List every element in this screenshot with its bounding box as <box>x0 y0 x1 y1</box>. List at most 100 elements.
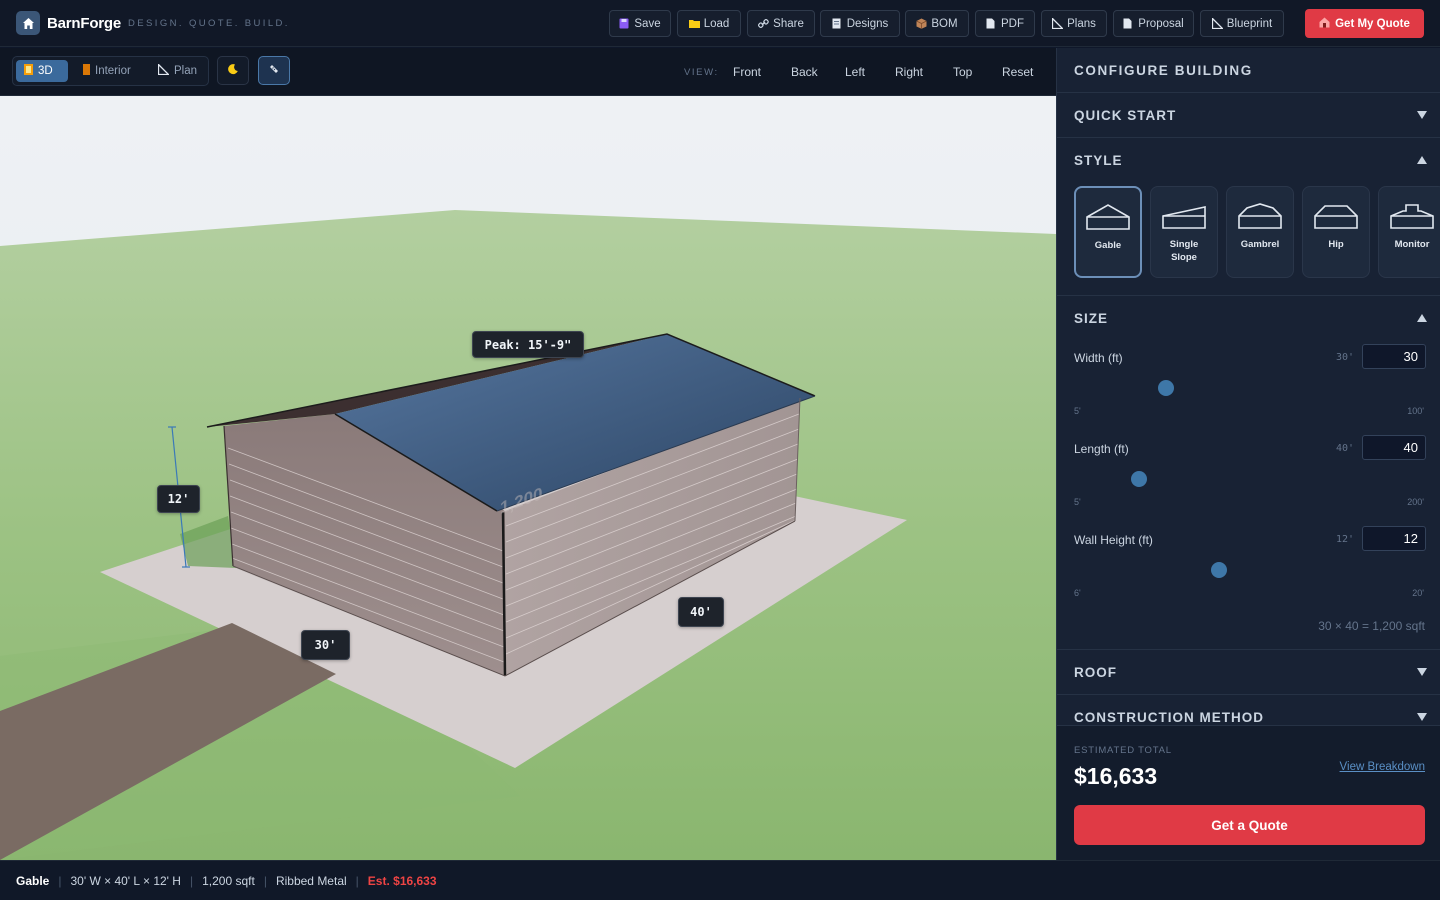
plans-button[interactable]: Plans <box>1041 10 1107 37</box>
hip-roof-icon <box>1314 205 1358 229</box>
width-current: 30' <box>1336 352 1355 363</box>
style-single-slope-label: Single Slope <box>1169 239 1199 263</box>
mode-plan-button[interactable]: Plan <box>150 60 205 82</box>
file-icon <box>986 18 996 29</box>
chevron-down-icon <box>1417 111 1427 119</box>
length-max: 200' <box>1407 497 1424 507</box>
section-quick-start[interactable]: QUICK START <box>1057 93 1440 138</box>
style-card-gambrel[interactable]: Gambrel <box>1226 186 1294 278</box>
plans-label: Plans <box>1067 17 1096 30</box>
folder-icon <box>688 18 700 29</box>
pdf-button[interactable]: PDF <box>975 10 1035 37</box>
box-icon <box>916 18 928 29</box>
blueprint-button[interactable]: Blueprint <box>1200 10 1284 37</box>
view-reset-button[interactable]: Reset <box>1002 65 1033 79</box>
mode-interior-label: Interior <box>95 65 131 77</box>
scene-canvas[interactable]: 1,200 <box>0 96 1056 860</box>
width-min: 5' <box>1074 406 1081 416</box>
style-title: STYLE <box>1074 153 1123 168</box>
view-front-button[interactable]: Front <box>733 65 761 79</box>
share-button[interactable]: Share <box>747 10 815 37</box>
length-input[interactable]: 40 <box>1362 435 1426 460</box>
width-dimension-label: 30' <box>301 630 350 660</box>
view-left-button[interactable]: Left <box>845 65 865 79</box>
ruler-icon <box>268 62 280 80</box>
proposal-button[interactable]: Proposal <box>1113 10 1194 37</box>
section-size[interactable]: SIZE <box>1057 296 1440 341</box>
3d-viewport[interactable]: 1,200 Peak: 15'-9" 12' 30' 40' <box>0 96 1056 860</box>
section-style[interactable]: STYLE <box>1057 138 1440 183</box>
pdf-label: PDF <box>1001 17 1024 30</box>
gable-roof-icon <box>1086 204 1130 230</box>
wall-height-input[interactable]: 12 <box>1362 526 1426 551</box>
panel-title: CONFIGURE BUILDING <box>1074 63 1253 78</box>
wall-height-max: 20' <box>1412 588 1424 598</box>
triangle-ruler-icon <box>1211 16 1224 30</box>
length-slider-thumb[interactable] <box>1131 471 1147 487</box>
width-label: Width (ft) <box>1074 351 1123 365</box>
view-right-button[interactable]: Right <box>895 65 923 79</box>
view-mode-group: 3D Interior Plan <box>12 56 209 86</box>
style-card-gable[interactable]: Gable <box>1074 186 1142 278</box>
roof-title: ROOF <box>1074 665 1117 680</box>
get-my-quote-button[interactable]: Get My Quote <box>1305 9 1424 38</box>
designs-button[interactable]: Designs <box>820 10 900 37</box>
style-card-single-slope[interactable]: Single Slope <box>1150 186 1218 278</box>
monitor-roof-icon <box>1390 204 1434 229</box>
chevron-down-icon <box>1417 668 1427 676</box>
view-toolbar: 3D Interior Plan VIEW: Front Back Left R… <box>0 48 1056 96</box>
section-roof[interactable]: ROOF <box>1057 650 1440 695</box>
mode-3d-button[interactable]: 3D <box>16 60 68 82</box>
width-max: 100' <box>1407 406 1424 416</box>
mode-interior-button[interactable]: Interior <box>75 60 139 82</box>
status-separator: | <box>189 873 194 888</box>
chevron-down-icon <box>1417 713 1427 721</box>
bom-button[interactable]: BOM <box>905 10 969 37</box>
door-icon <box>83 64 90 78</box>
chevron-up-icon <box>1417 156 1427 164</box>
single-slope-roof-icon <box>1162 206 1206 229</box>
status-estimate: Est. $16,633 <box>367 873 437 888</box>
status-material: Ribbed Metal <box>275 873 347 888</box>
link-icon <box>758 18 769 29</box>
style-hip-label: Hip <box>1328 239 1344 250</box>
length-dimension-label: 40' <box>678 597 724 627</box>
load-button[interactable]: Load <box>677 10 741 37</box>
load-label: Load <box>703 17 730 30</box>
status-separator: | <box>58 873 62 888</box>
get-my-quote-label: Get My Quote <box>1335 17 1410 30</box>
share-label: Share <box>773 17 804 30</box>
view-label: VIEW: <box>684 67 719 78</box>
width-input[interactable]: 30 <box>1362 344 1426 369</box>
status-area: 1,200 sqft <box>202 873 255 888</box>
wall-height-label: 12' <box>157 485 200 513</box>
moon-icon <box>227 62 239 80</box>
width-slider-thumb[interactable] <box>1158 380 1174 396</box>
app-tagline: DESIGN. QUOTE. BUILD. <box>128 17 290 29</box>
style-card-hip[interactable]: Hip <box>1302 186 1370 278</box>
view-back-button[interactable]: Back <box>791 65 818 79</box>
home-icon[interactable] <box>16 11 40 35</box>
save-button[interactable]: Save <box>609 10 671 37</box>
view-breakdown-link[interactable]: View Breakdown <box>1340 761 1425 773</box>
view-top-button[interactable]: Top <box>953 65 972 79</box>
construction-method-title: CONSTRUCTION METHOD <box>1074 710 1264 725</box>
style-gable-label: Gable <box>1094 240 1122 251</box>
style-monitor-label: Monitor <box>1394 239 1430 250</box>
status-separator: | <box>263 873 267 888</box>
measure-tool-button[interactable] <box>258 56 290 85</box>
top-bar: BarnForge DESIGN. QUOTE. BUILD. Save Loa… <box>0 0 1440 47</box>
triangle-ruler-icon <box>157 62 171 78</box>
quick-start-title: QUICK START <box>1074 108 1177 123</box>
configure-panel: CONFIGURE BUILDING QUICK START STYLE Gab… <box>1056 48 1440 860</box>
status-style: Gable <box>16 873 50 888</box>
night-mode-button[interactable] <box>217 56 249 85</box>
style-card-monitor[interactable]: Monitor <box>1378 186 1440 278</box>
wall-height-current: 12' <box>1336 534 1355 545</box>
blueprint-label: Blueprint <box>1226 17 1273 30</box>
style-gambrel-label: Gambrel <box>1240 239 1280 250</box>
wall-height-slider-thumb[interactable] <box>1211 562 1227 578</box>
get-a-quote-button[interactable]: Get a Quote <box>1074 805 1425 845</box>
brand[interactable]: BarnForge DESIGN. QUOTE. BUILD. <box>16 11 290 35</box>
wall-height-label: Wall Height (ft) <box>1074 533 1153 547</box>
